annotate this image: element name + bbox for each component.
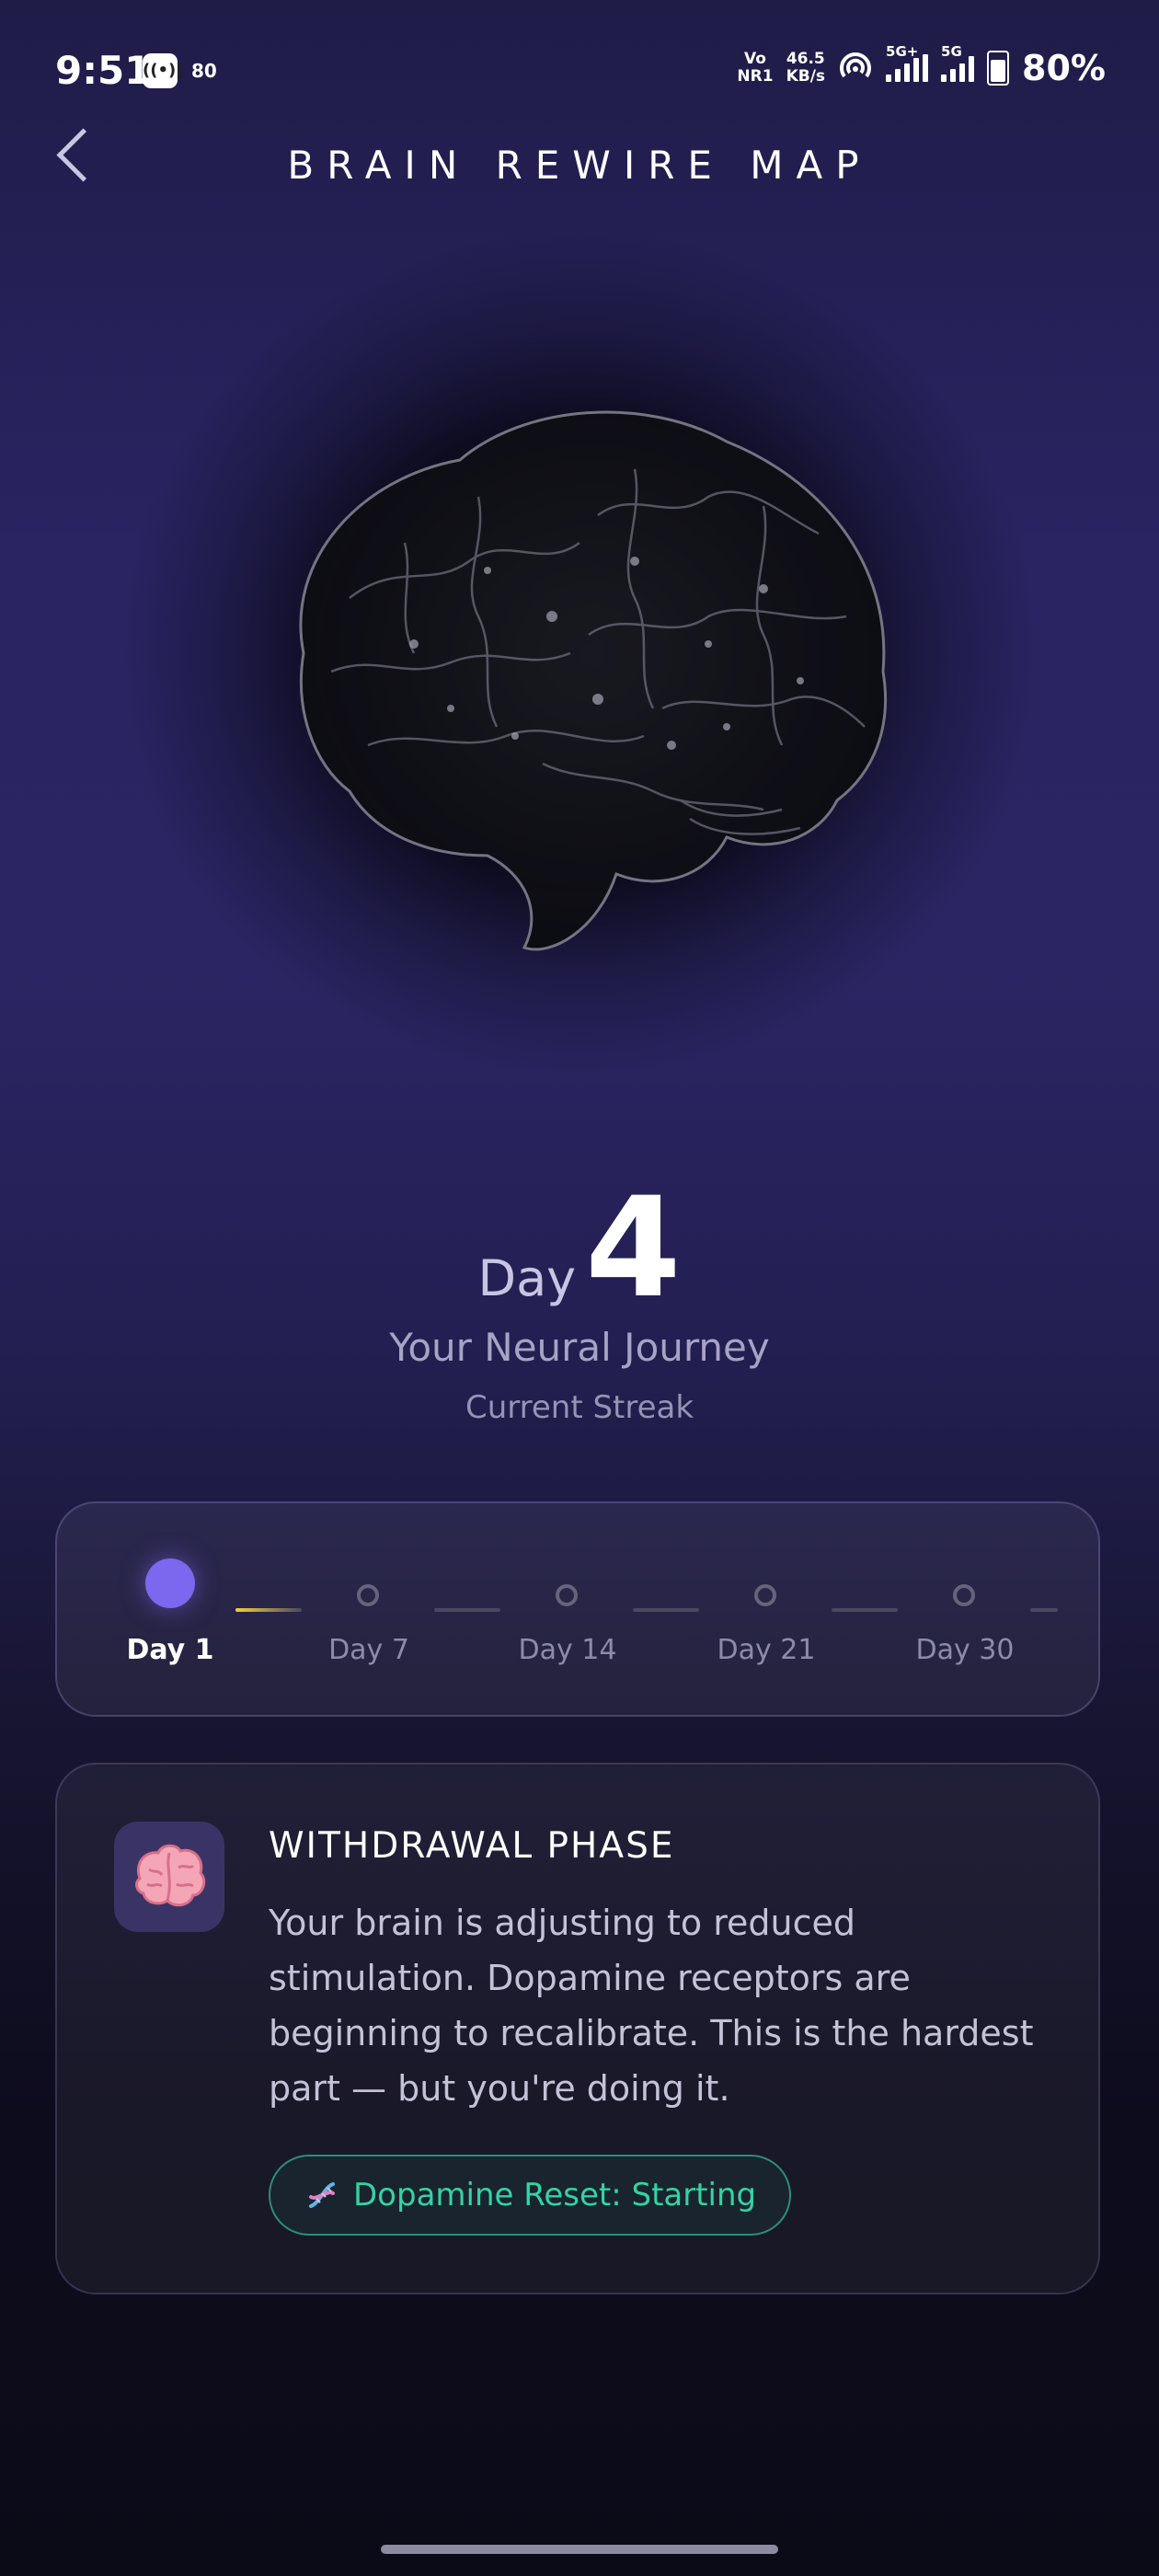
status-time: 9:51 xyxy=(55,48,152,93)
page-title: BRAIN REWIRE MAP xyxy=(287,143,872,188)
brain-illustration xyxy=(299,410,888,951)
streak-caption: Current Streak xyxy=(465,1389,694,1426)
speed-value: 46.5 xyxy=(786,50,825,68)
speed-indicator: 46.5 KB/s xyxy=(786,51,825,86)
phase-description: Your brain is adjusting to reduced stimu… xyxy=(269,1903,1034,2109)
status-right: Vo NR1 46.5 KB/s 5G+ 5G 80% xyxy=(737,43,1106,88)
status-badge: 80 xyxy=(191,60,217,82)
milestone-dot xyxy=(357,1584,379,1606)
volte-top: Vo xyxy=(744,50,766,68)
home-indicator[interactable] xyxy=(381,2545,778,2554)
sig2-label: 5G xyxy=(941,43,962,60)
milestone-dot xyxy=(556,1584,578,1606)
milestone-timeline: Day 1 Day 7 Day 14 Day 21 Day 30 xyxy=(55,1501,1100,1717)
journey-subtitle: Your Neural Journey xyxy=(389,1325,770,1370)
dopamine-reset-badge: Dopamine Reset: Starting xyxy=(269,2155,792,2236)
volte-bottom: NR1 xyxy=(737,67,774,86)
day-label: Day xyxy=(477,1249,577,1307)
milestone-label: Day 30 xyxy=(915,1634,1015,1666)
timeline-segment xyxy=(832,1608,898,1612)
phase-title: WITHDRAWAL PHASE xyxy=(269,1825,675,1867)
day-number: 4 xyxy=(585,1168,682,1328)
hotspot-icon: ((•)) xyxy=(143,53,183,88)
timeline-segment xyxy=(434,1608,500,1612)
timeline-segment xyxy=(633,1608,699,1612)
milestone-label: Day 21 xyxy=(717,1634,816,1666)
milestone-dot xyxy=(953,1584,975,1606)
milestone-label: Day 7 xyxy=(328,1634,409,1666)
dna-icon xyxy=(309,2182,335,2208)
milestone-dot xyxy=(754,1584,776,1606)
signal-5gplus: 5G+ xyxy=(886,43,929,82)
speed-unit: KB/s xyxy=(786,67,826,86)
signal-5g: 5G xyxy=(941,43,975,82)
battery-icon xyxy=(987,51,1010,86)
phase-card: WITHDRAWAL PHASE Your brain is adjusting… xyxy=(55,1763,1100,2294)
status-bar: 9:51 ((•)) 80 Vo NR1 46.5 KB/s 5G+ 5G 80… xyxy=(0,0,1159,138)
volte-indicator: Vo NR1 xyxy=(737,51,773,86)
timeline-segment xyxy=(1030,1608,1058,1612)
timeline-progress-segment xyxy=(235,1608,302,1612)
milestone-dot xyxy=(145,1558,195,1608)
sig1-label: 5G+ xyxy=(886,43,919,60)
milestone-label: Day 1 xyxy=(126,1634,214,1666)
streak-counter: Day4 xyxy=(0,1168,1159,1328)
dopamine-reset-text: Dopamine Reset: Starting xyxy=(353,2177,757,2214)
battery-percent: 80% xyxy=(1022,48,1106,88)
brain-emoji-icon xyxy=(114,1822,224,1932)
milestone-label: Day 14 xyxy=(518,1634,617,1666)
hotspot-signal-icon xyxy=(840,52,872,78)
